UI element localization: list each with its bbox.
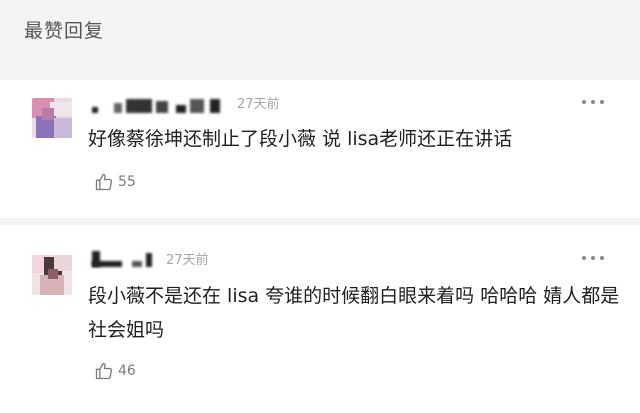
avatar[interactable] [32, 98, 72, 138]
comment-time: 27天前 [166, 253, 209, 268]
comment-text: 好像蔡徐坤还制止了段小薇 说 lisa老师还正在讲话 [88, 128, 513, 150]
comment-time: 27天前 [237, 97, 280, 112]
avatar[interactable] [32, 255, 72, 295]
comment-card: 27天前 好像蔡徐坤还制止了段小薇 说 lisa老师还正在讲话 55 [0, 80, 640, 218]
username-redacted[interactable] [92, 99, 232, 113]
comment-text: 段小薇不是还在 lisa 夸谁的时候翻白眼来着吗 哈哈哈 婧人都是社会姐吗 [88, 285, 620, 341]
page: 最赞回复 27天前 好像蔡徐坤还制止了段小薇 说 lisa老师还正在讲话 55 … [0, 0, 640, 413]
like-button[interactable]: 46 [94, 361, 136, 381]
username-redacted[interactable] [92, 251, 158, 267]
comment-card: 27天前 段小薇不是还在 lisa 夸谁的时候翻白眼来着吗 哈哈哈 婧人都是社会… [0, 225, 640, 413]
more-dots-icon[interactable] [582, 99, 604, 105]
like-button[interactable]: 55 [94, 172, 136, 192]
like-count: 46 [118, 363, 136, 379]
thumbs-up-icon [95, 173, 113, 191]
thumbs-up-icon [95, 362, 113, 380]
more-dots-icon[interactable] [582, 255, 604, 261]
section-title: 最赞回复 [24, 20, 105, 42]
like-count: 55 [118, 174, 136, 190]
